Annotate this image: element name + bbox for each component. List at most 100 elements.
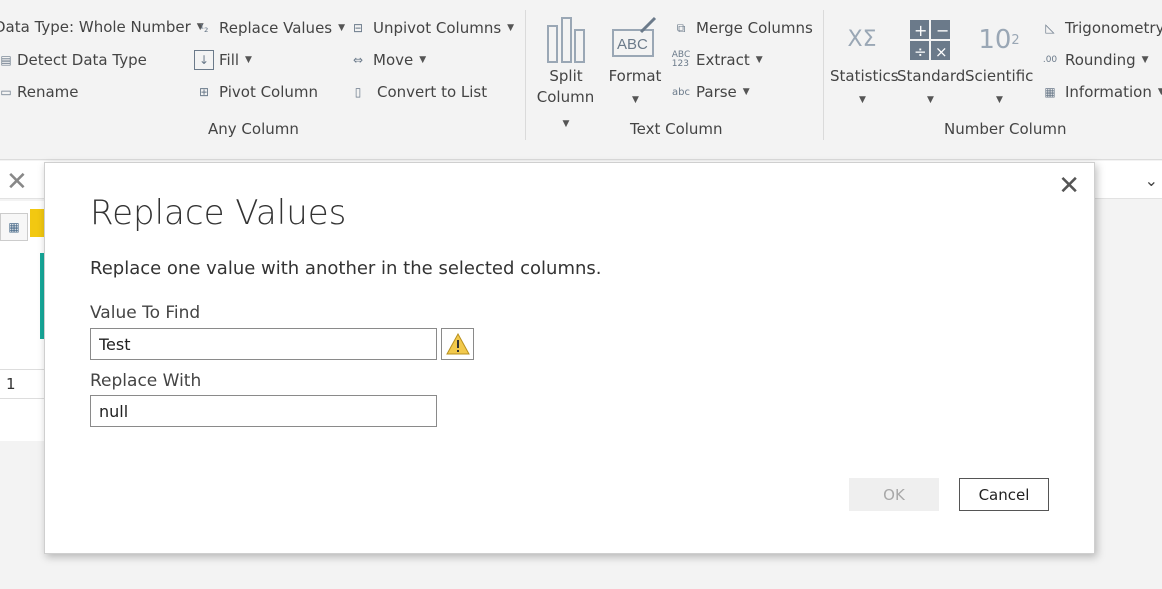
number-column-group-label: Number Column bbox=[944, 120, 1067, 138]
cancel-button[interactable]: Cancel bbox=[959, 478, 1049, 511]
ribbon: Data Type: Whole Number ▼ ▤ Detect Data T… bbox=[0, 0, 1162, 160]
detect-data-type-button[interactable]: ▤ Detect Data Type bbox=[0, 50, 147, 70]
group-divider bbox=[525, 10, 526, 140]
trigonometry-label: Trigonometry bbox=[1065, 19, 1162, 37]
dialog-title: Replace Values bbox=[90, 193, 347, 233]
chevron-down-icon: ▼ bbox=[419, 55, 427, 65]
data-grid: ▦ 1 bbox=[0, 201, 44, 441]
merge-columns-icon: ⧉ bbox=[676, 20, 686, 35]
value-to-find-input[interactable] bbox=[90, 328, 437, 360]
replace-values-label: Replace Values bbox=[219, 19, 333, 37]
scientific-button[interactable]: 10 2 Scientific ▼ bbox=[965, 14, 1033, 111]
statistics-icon: XΣ bbox=[847, 27, 877, 52]
chevron-down-icon: ▼ bbox=[859, 95, 866, 105]
scientific-label: Scientific bbox=[965, 67, 1034, 85]
scientific-icon: 10 2 bbox=[978, 24, 1020, 55]
merge-columns-label: Merge Columns bbox=[696, 19, 813, 37]
chevron-down-icon: ▼ bbox=[996, 95, 1003, 105]
unpivot-columns-button[interactable]: ⊟ Unpivot Columns ▼ bbox=[348, 18, 514, 38]
information-label: Information bbox=[1065, 83, 1152, 101]
svg-text:+: + bbox=[914, 21, 927, 40]
extract-label: Extract bbox=[696, 51, 750, 69]
chevron-down-icon: ▼ bbox=[338, 23, 346, 33]
replace-values-dialog: ✕ Replace Values Replace one value with … bbox=[44, 162, 1095, 554]
rename-icon: ▭ bbox=[0, 85, 12, 99]
trigonometry-button[interactable]: ◺ Trigonometry bbox=[1040, 18, 1162, 38]
value-to-find-label: Value To Find bbox=[90, 303, 201, 323]
rounding-button[interactable]: .00 Rounding ▼ bbox=[1040, 50, 1149, 70]
format-button[interactable]: ABC Format ▼ bbox=[605, 14, 665, 111]
pivot-icon: ⊞ bbox=[198, 85, 210, 99]
format-label: Format bbox=[608, 67, 662, 85]
convert-to-list-button[interactable]: ▯ Convert to List bbox=[348, 82, 487, 102]
row-number: 1 bbox=[0, 369, 44, 399]
move-icon: ⇔ bbox=[352, 53, 364, 67]
chevron-down-icon: ▼ bbox=[562, 119, 570, 129]
replace-with-input[interactable] bbox=[90, 395, 437, 427]
replace-with-label: Replace With bbox=[90, 371, 202, 391]
chevron-down-icon: ▼ bbox=[632, 95, 639, 105]
chevron-down-icon: ▼ bbox=[755, 55, 763, 65]
chevron-down-icon: ▼ bbox=[1141, 55, 1149, 65]
warning-icon[interactable] bbox=[441, 328, 474, 360]
move-button[interactable]: ⇔ Move ▼ bbox=[348, 50, 426, 70]
split-column-icon bbox=[532, 14, 600, 66]
replace-values-icon: ¹₂ bbox=[199, 21, 209, 35]
rename-button[interactable]: ▭ Rename bbox=[0, 82, 79, 102]
parse-icon: abc bbox=[672, 86, 690, 98]
statistics-label: Statistics bbox=[830, 67, 899, 85]
unpivot-columns-label: Unpivot Columns bbox=[373, 19, 502, 37]
split-label-2: Column bbox=[536, 88, 595, 106]
standard-icon: + − ÷ × bbox=[897, 14, 963, 66]
information-icon: ▦ bbox=[1044, 85, 1056, 99]
list-icon: ▯ bbox=[354, 85, 362, 99]
parse-button[interactable]: abc Parse ▼ bbox=[671, 82, 750, 102]
expand-chevron-icon[interactable]: ⌄ bbox=[1145, 171, 1158, 190]
chevron-down-icon: ▼ bbox=[1157, 87, 1162, 97]
standard-label: Standard bbox=[897, 67, 966, 85]
fill-down-icon: ↓ bbox=[194, 50, 214, 70]
trigonometry-icon: ◺ bbox=[1045, 21, 1055, 35]
data-type-dropdown[interactable]: Data Type: Whole Number ▼ bbox=[0, 18, 204, 36]
chevron-down-icon: ▼ bbox=[742, 87, 750, 97]
chevron-down-icon: ▼ bbox=[245, 55, 252, 65]
extract-button[interactable]: ABC 123 Extract ▼ bbox=[671, 50, 763, 70]
split-label-1: Split bbox=[549, 67, 583, 85]
close-icon[interactable]: ✕ bbox=[1058, 171, 1080, 201]
table-menu-icon[interactable]: ▦ bbox=[0, 213, 28, 241]
data-type-label: Data Type: Whole Number bbox=[0, 18, 191, 36]
replace-values-button[interactable]: ¹₂ Replace Values ▼ bbox=[194, 18, 345, 38]
rename-label: Rename bbox=[17, 83, 79, 101]
convert-to-list-label: Convert to List bbox=[377, 83, 488, 101]
svg-text:−: − bbox=[936, 21, 949, 40]
detect-type-icon: ▤ bbox=[0, 53, 12, 67]
fill-button[interactable]: ↓ Fill ▼ bbox=[194, 50, 252, 70]
move-label: Move bbox=[373, 51, 414, 69]
extract-icon: ABC 123 bbox=[671, 50, 691, 69]
column-header[interactable] bbox=[30, 209, 44, 237]
svg-text:ABC: ABC bbox=[617, 36, 648, 53]
standard-button[interactable]: + − ÷ × Standard ▼ bbox=[897, 14, 966, 111]
dialog-description: Replace one value with another in the se… bbox=[90, 258, 602, 279]
ok-button[interactable]: OK bbox=[849, 478, 939, 511]
information-button[interactable]: ▦ Information ▼ bbox=[1040, 82, 1162, 102]
pivot-column-label: Pivot Column bbox=[219, 83, 319, 101]
rounding-label: Rounding bbox=[1065, 51, 1136, 69]
statistics-button[interactable]: XΣ Statistics ▼ bbox=[830, 14, 899, 111]
text-column-group-label: Text Column bbox=[630, 120, 723, 138]
svg-text:÷: ÷ bbox=[914, 43, 927, 61]
detect-data-type-label: Detect Data Type bbox=[17, 51, 147, 69]
parse-label: Parse bbox=[696, 83, 737, 101]
any-column-group-label: Any Column bbox=[208, 120, 299, 138]
unpivot-icon: ⊟ bbox=[352, 21, 364, 35]
group-divider bbox=[823, 10, 824, 140]
merge-columns-button[interactable]: ⧉ Merge Columns bbox=[671, 18, 813, 38]
chevron-down-icon: ▼ bbox=[927, 95, 934, 105]
svg-text:×: × bbox=[935, 43, 948, 61]
split-column-button[interactable]: Split Column ▼ bbox=[532, 14, 600, 135]
pivot-column-button[interactable]: ⊞ Pivot Column bbox=[194, 82, 318, 102]
fill-label: Fill bbox=[219, 51, 240, 69]
chevron-down-icon: ▼ bbox=[507, 23, 515, 33]
close-icon[interactable]: ✕ bbox=[6, 167, 28, 197]
rounding-icon: .00 bbox=[1042, 55, 1058, 65]
